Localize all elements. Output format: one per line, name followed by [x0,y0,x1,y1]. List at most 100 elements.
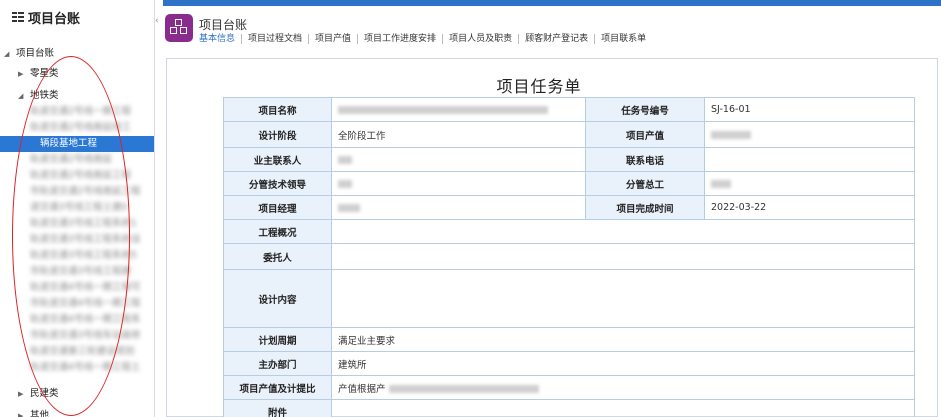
tab-bar: 基本信息 项目过程文档 项目产值 项目工作进度安排 项目人员及职责 顾客财产登记表 项目联系… [199,34,652,44]
label-design-stage: 设计阶段 [223,121,332,148]
tab-item[interactable]: 项目产值 [309,34,359,44]
tree-item[interactable]: 市轨道交通2号线南延工程 [0,184,154,200]
value-host-dept[interactable]: 建筑所 [331,351,915,376]
label-phone: 联系电话 [585,147,705,172]
value-plan-period[interactable]: 满足业主要求 [331,327,915,352]
label-project-manager: 项目经理 [223,195,332,220]
table-row: 工程概况 [223,219,915,244]
tree-item[interactable]: 轨道交通4号线一期工程土 [0,360,154,376]
tree-item[interactable]: 轨道交通3号线工程系统5 [0,248,154,264]
tree-item[interactable]: 轨道交通3号线工程系统1 [0,216,154,232]
tree-item-label: 轨道交通4号线一期工程系 [30,314,141,325]
tab-item[interactable]: 项目人员及职责 [443,34,520,44]
caret-down-icon[interactable]: ◢ [18,88,26,104]
tree-item-label: 地铁类 [30,90,59,101]
sidebar-header: 项目台账 [0,0,154,34]
value-phone[interactable] [704,147,915,172]
tree-item-label: 辆段基地工程 [40,138,98,149]
value-project-manager[interactable] [331,195,586,220]
tree-item[interactable]: 轨道交通2号线南延 [0,152,154,168]
label-completion-time: 项目完成时间 [585,195,705,220]
collapse-sidebar-icon[interactable]: ‹ [155,16,163,26]
label-value-ratio: 项目产值及计提比 [223,375,332,400]
tree-item[interactable]: ◢ 地铁类 [0,88,154,104]
value-client[interactable] [331,243,915,270]
table-row: 项目产值及计提比 产值根据产 [223,375,915,400]
tree-item-label: 项目台账 [16,48,55,59]
table-row: 项目经理 项目完成时间 2022-03-22 [223,195,915,220]
tree-item[interactable]: 市轨道交通3号线车站装修 [0,328,154,344]
value-project-value[interactable] [704,121,915,148]
tree-item[interactable]: 市轨道交通3号线工程建 [0,264,154,280]
tree-item-label: 市轨道交通4号线一期工程 [30,298,141,309]
project-tree: ◢ 项目台账 ▶ 零星类 ◢ 地铁类轨道交通2号线一期工程 轨道交通2号线南延线工辆段基地工… [0,34,154,417]
task-form: 项目名称 任务号编号 SJ-16-01 设计阶段 全阶段工作 项目产值 业主联系… [223,97,915,417]
tree-item-label: 轨道交通3号线工程系统5 [30,250,138,261]
tree-item[interactable]: 轨道交通第三轮建设规划 [0,344,154,360]
label-tech-lead: 分管技术领导 [223,171,332,196]
value-design-content[interactable] [331,269,915,328]
tree-item-label: 其他 [30,410,50,417]
tree-item-label: 零星类 [30,68,59,79]
tree-item[interactable]: ▶ 零星类 [0,66,154,82]
caret-right-icon[interactable]: ▶ [18,408,26,417]
tree-item[interactable]: 市轨道交通4号线一期工程 [0,296,154,312]
tab-item[interactable]: 项目过程文档 [242,34,310,44]
tree-item-label: 道交通3号线工程土建0 [30,202,128,213]
table-row: 分管技术领导 分管总工 [223,171,915,196]
table-row: 委托人 [223,243,915,270]
label-chief-engineer: 分管总工 [585,171,705,196]
tree-item[interactable]: 轨道交通2号线南延线工 [0,120,154,136]
tree-item[interactable]: 辆段基地工程 [0,136,154,152]
label-project-value: 项目产值 [585,121,705,148]
value-task-no[interactable]: SJ-16-01 [704,97,915,122]
task-table: 项目名称 任务号编号 SJ-16-01 设计阶段 全阶段工作 项目产值 业主联系… [223,97,915,417]
label-overview: 工程概况 [223,219,332,244]
list-icon [12,11,24,23]
caret-right-icon[interactable]: ▶ [18,66,26,82]
tree-item[interactable]: ▶ 其他 [0,408,154,417]
sidebar-title: 项目台账 [28,11,81,27]
table-row: 设计内容 [223,269,915,328]
value-completion-time[interactable]: 2022-03-22 [704,195,915,220]
label-task-no: 任务号编号 [585,97,705,122]
tree-item[interactable]: 轨道交通3号线工程系统设 [0,232,154,248]
value-value-ratio[interactable]: 产值根据产 [331,375,915,400]
content-panel: 项目任务单 项目名称 任务号编号 SJ-16-01 设计阶段 全阶段工作 项目产… [166,58,938,417]
value-design-stage[interactable]: 全阶段工作 [331,121,586,148]
tree-item[interactable]: 轨道交通2号线南延工程 [0,168,154,184]
tree-item-label: 民建类 [30,388,59,399]
value-owner-contact[interactable] [331,147,586,172]
app-logo-icon [165,14,193,42]
caret-down-icon[interactable]: ◢ [4,46,12,62]
table-row: 附件 [223,399,915,417]
table-row: 设计阶段 全阶段工作 项目产值 [223,121,915,148]
tab-item[interactable]: 顾客财产登记表 [519,34,596,44]
tree-item[interactable]: 道交通3号线工程土建0 [0,200,154,216]
tree-item-label: 市轨道交通3号线车站装修 [30,330,141,341]
table-row: 项目名称 任务号编号 SJ-16-01 [223,97,915,122]
tree-item[interactable]: ▶ 民建类 [0,386,154,402]
page-header: 项目台账 基本信息 项目过程文档 项目产值 项目工作进度安排 项目人员及职责 顾客财产登记… [163,6,941,50]
value-tech-lead[interactable] [331,171,586,196]
value-attachment[interactable] [331,399,915,417]
tree-item[interactable]: 轨道交通4号线一期工程可 [0,280,154,296]
tree-item-label: 轨道交通4号线一期工程土 [30,362,141,373]
value-project-name[interactable] [331,97,586,122]
tree-item-label: 市轨道交通3号线工程建 [30,266,132,277]
tree-item[interactable]: 轨道交通4号线一期工程系 [0,312,154,328]
tab-item[interactable]: 项目工作进度安排 [358,34,444,44]
label-owner-contact: 业主联系人 [223,147,332,172]
value-chief-engineer[interactable] [704,171,915,196]
tree-item[interactable]: 轨道交通2号线一期工程 [0,104,154,120]
page-title: 项目台账 [199,18,248,32]
caret-right-icon[interactable]: ▶ [18,386,26,402]
table-row: 计划周期 满足业主要求 [223,327,915,352]
value-overview[interactable] [331,219,915,244]
tree-item-label: 轨道交通2号线南延 [30,154,113,165]
sidebar: 项目台账 ◢ 项目台账 ▶ 零星类 ◢ 地铁类轨道交通2号线一期工程 轨道交通2号线南延线工… [0,0,155,417]
tab-item[interactable]: 基本信息 [199,34,243,44]
tab-item[interactable]: 项目联系单 [595,34,652,44]
tree-item-label: 轨道交通3号线工程系统设 [30,234,141,245]
tree-item[interactable]: ◢ 项目台账 [0,46,154,62]
